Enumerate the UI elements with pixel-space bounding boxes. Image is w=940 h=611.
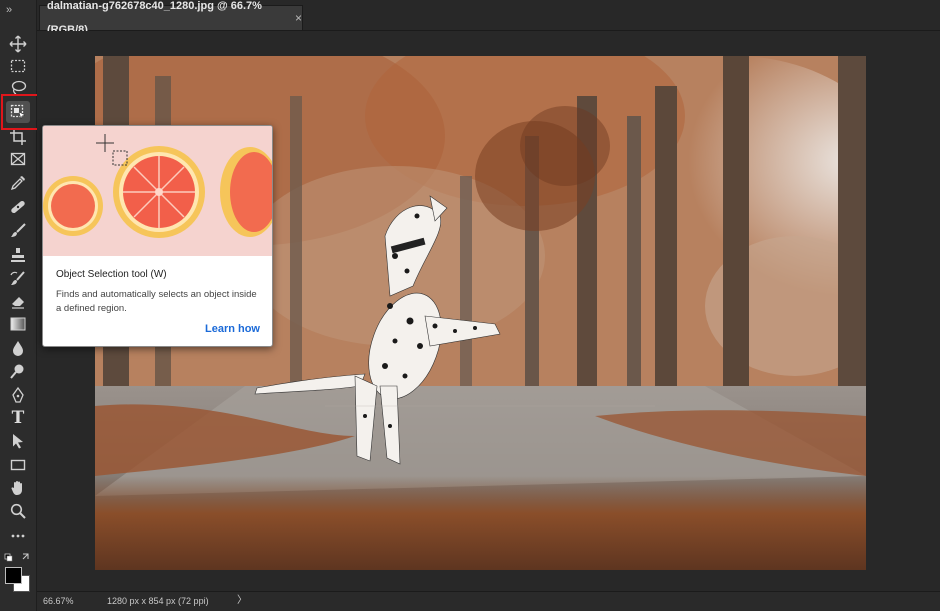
zoom-tool[interactable] bbox=[6, 500, 30, 522]
zoom-level[interactable]: 66.67% bbox=[43, 592, 74, 610]
crop-icon bbox=[10, 129, 26, 145]
type-icon: T bbox=[11, 408, 25, 428]
gradient-tool[interactable] bbox=[6, 313, 30, 335]
tooltip-title: Object Selection tool (W) bbox=[56, 269, 167, 280]
lasso-icon bbox=[11, 80, 27, 95]
marquee-icon bbox=[10, 59, 26, 73]
lasso-tool[interactable] bbox=[6, 77, 30, 99]
hand-icon bbox=[11, 481, 22, 495]
history-brush-icon bbox=[10, 271, 25, 285]
move-tool[interactable] bbox=[6, 33, 30, 55]
close-tab-icon[interactable]: × bbox=[295, 6, 302, 30]
status-menu-arrow-icon[interactable]: 〉 bbox=[237, 592, 247, 610]
object-selection-tool[interactable] bbox=[6, 101, 30, 123]
crop-tool[interactable] bbox=[6, 126, 30, 148]
tooltip-description: Finds and automatically selects an objec… bbox=[56, 289, 257, 314]
spot-healing-tool[interactable] bbox=[6, 196, 30, 218]
collapse-panel-icon[interactable]: » bbox=[0, 0, 36, 24]
move-icon bbox=[9, 35, 27, 53]
arrow-icon bbox=[13, 434, 23, 449]
grapefruit-illustration bbox=[43, 126, 272, 256]
frame-icon bbox=[10, 152, 26, 166]
object-selection-icon bbox=[10, 104, 26, 120]
hand-tool[interactable] bbox=[6, 477, 30, 499]
dodge-icon bbox=[10, 364, 24, 379]
document-tab[interactable]: dalmatian-g762678c40_1280.jpg @ 66.7% (R… bbox=[39, 0, 303, 36]
rectangular-marquee-tool[interactable] bbox=[6, 55, 30, 77]
learn-how-link[interactable]: Learn how bbox=[205, 323, 260, 335]
swap-colors-icon[interactable] bbox=[4, 551, 32, 563]
bandage-icon bbox=[11, 200, 25, 214]
object-selection-tooltip: Object Selection tool (W) Finds and auto… bbox=[42, 125, 273, 347]
pen-tool[interactable] bbox=[6, 384, 30, 406]
document-dimensions: 1280 px x 854 px (72 ppi) bbox=[107, 596, 209, 606]
magnifier-icon bbox=[10, 503, 26, 519]
blur-tool[interactable] bbox=[6, 337, 30, 359]
rectangle-tool[interactable] bbox=[6, 454, 30, 476]
eyedropper-tool[interactable] bbox=[6, 172, 30, 194]
edit-toolbar[interactable] bbox=[6, 525, 30, 547]
brush-icon bbox=[11, 223, 26, 237]
frame-tool[interactable] bbox=[6, 148, 30, 170]
drop-icon bbox=[13, 341, 23, 356]
eraser-icon bbox=[12, 297, 24, 309]
status-bar: 66.67% 1280 px x 854 px (72 ppi) 〉 bbox=[37, 591, 940, 611]
foreground-color-swatch[interactable] bbox=[5, 567, 22, 584]
brush-tool[interactable] bbox=[6, 220, 30, 242]
dodge-tool[interactable] bbox=[6, 360, 30, 382]
tools-panel: » T bbox=[0, 0, 37, 611]
history-brush-tool[interactable] bbox=[6, 268, 30, 290]
stamp-icon bbox=[11, 248, 25, 262]
rectangle-icon bbox=[10, 459, 26, 471]
document-tab-bar: dalmatian-g762678c40_1280.jpg @ 66.7% (R… bbox=[37, 0, 940, 36]
eraser-tool[interactable] bbox=[6, 290, 30, 312]
clone-stamp-tool[interactable] bbox=[6, 244, 30, 266]
eyedropper-icon bbox=[10, 176, 25, 191]
pen-icon bbox=[12, 386, 24, 403]
more-icon bbox=[11, 534, 25, 538]
gradient-icon bbox=[10, 317, 26, 331]
type-tool[interactable]: T bbox=[6, 407, 30, 429]
path-selection-tool[interactable] bbox=[6, 430, 30, 452]
